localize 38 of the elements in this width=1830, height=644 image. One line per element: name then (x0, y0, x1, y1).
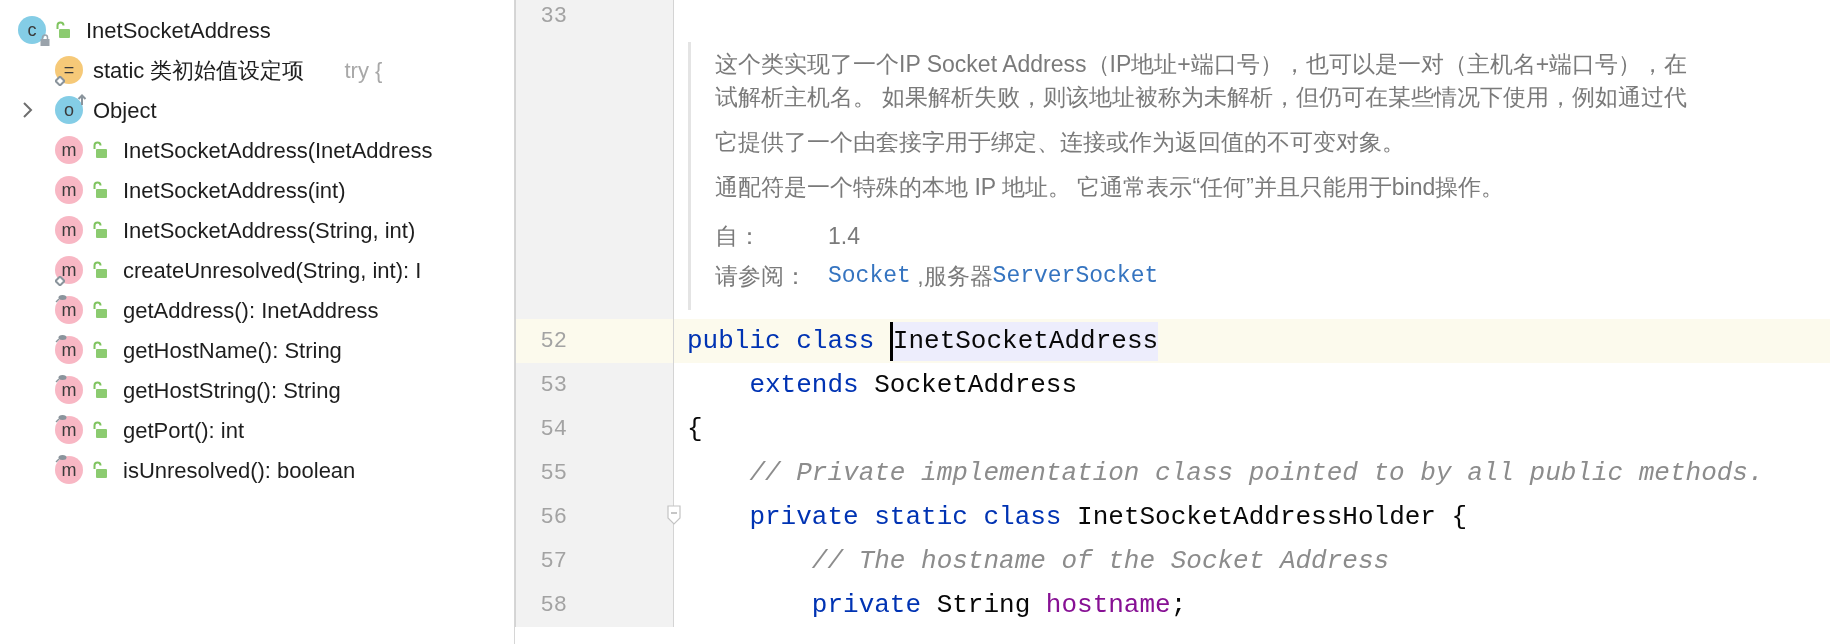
code-line: private String hostname; (810, 588, 1187, 622)
item-label[interactable]: Object (93, 93, 157, 127)
doc-link[interactable]: Socket (828, 258, 911, 294)
code-line: extends SocketAddress (748, 368, 1078, 402)
chevron-icon[interactable] (22, 101, 34, 119)
doc-label: 自： (715, 221, 762, 251)
doc-text: ,服务器 (916, 261, 993, 291)
line-number: 33 (540, 3, 567, 31)
preview-text: try { (344, 56, 383, 85)
line-number: 56 (540, 503, 567, 532)
item-label[interactable]: InetSocketAddress (86, 13, 271, 47)
line-number: 58 (540, 591, 567, 620)
doc-text: 试解析主机名。 如果解析失败，则该地址被称为未解析，但仍可在某些情况下使用，例如通过代 (715, 83, 1689, 112)
doc-value: 1.4 (828, 221, 860, 251)
item-label[interactable]: InetSocketAddress(String, int) (123, 213, 416, 247)
item-label[interactable]: static 类初始值设定项 (93, 53, 305, 87)
item-label[interactable]: getHostName(): String (123, 333, 342, 367)
doc-text: 它提供了一个由套接字用于绑定、连接或作为返回值的不可变对象。 (715, 128, 1406, 157)
item-label[interactable]: getPort(): int (123, 413, 245, 447)
line-number: 52 (540, 327, 567, 356)
item-label[interactable]: getHostString(): String (123, 373, 341, 407)
doc-label: 请参阅： (715, 261, 808, 291)
line-number: 57 (540, 547, 567, 576)
line-number: 55 (540, 459, 567, 488)
code-line: { (686, 412, 703, 446)
doc-link[interactable]: ServerSocket (992, 258, 1159, 294)
item-label[interactable]: InetSocketAddress(InetAddress (123, 133, 433, 167)
doc-text: 通配符是一个特殊的本地 IP 地址。 它通常表示“任何”并且只能用于bind操作。 (715, 173, 1506, 202)
code-line: // Private implementation class pointed to by all public methods. (748, 456, 1764, 490)
item-label[interactable]: getAddress(): InetAddress (123, 293, 379, 327)
item-label[interactable]: createUnresolved(String, int): I (123, 253, 422, 287)
line-number: 53 (540, 371, 567, 400)
item-label[interactable]: isUnresolved(): boolean (123, 453, 356, 487)
item-label[interactable]: InetSocketAddress(int) (123, 173, 346, 207)
line-number: 54 (540, 415, 567, 444)
doc-text: 这个类实现了一个IP Socket Address（IP地址+端口号），也可以是一对（主机名+端口号），在 (715, 50, 1689, 79)
code-line: private static class InetSocketAddressHolder { (748, 500, 1468, 534)
code-line: // The hostname of the Socket Address (810, 544, 1390, 578)
